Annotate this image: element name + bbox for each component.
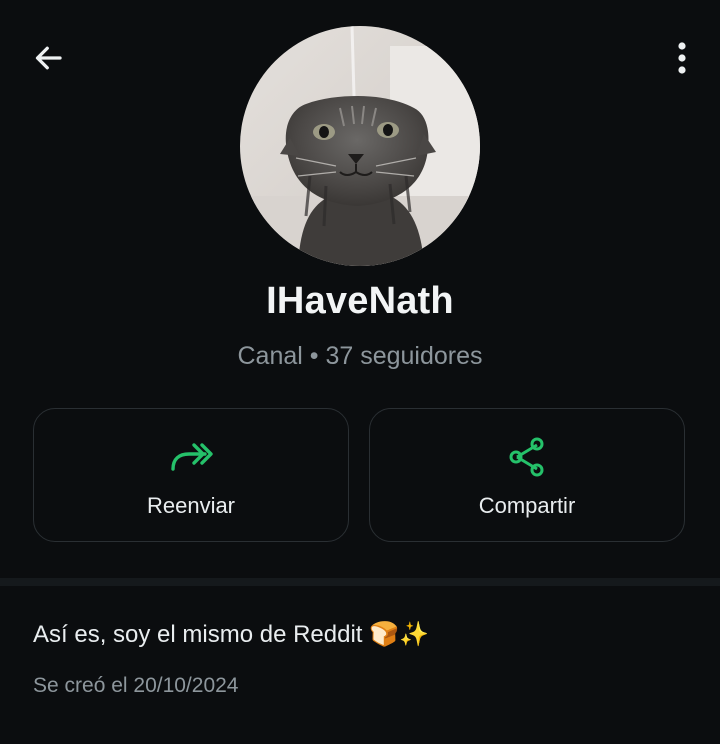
forward-icon: [34, 435, 348, 479]
arrow-left-icon: [30, 40, 66, 81]
share-icon: [370, 435, 684, 479]
channel-followers: Canal • 37 seguidores: [237, 342, 483, 370]
channel-description: Así es, soy el mismo de Reddit 🍞✨: [33, 621, 429, 648]
wet-cat-photo: [240, 26, 480, 266]
more-options-button[interactable]: [670, 38, 694, 82]
share-button[interactable]: Compartir: [369, 408, 685, 542]
section-divider: [0, 578, 720, 586]
forward-button[interactable]: Reenviar: [33, 408, 349, 542]
forward-label: Reenviar: [146, 493, 236, 518]
channel-created-date: Se creó el 20/10/2024: [33, 674, 239, 697]
more-vertical-icon: [676, 40, 688, 81]
channel-avatar[interactable]: [240, 26, 480, 266]
share-label: Compartir: [478, 493, 576, 518]
back-button[interactable]: [26, 40, 70, 80]
channel-name: IHaveNath: [266, 280, 454, 322]
channel-info-screen: IHaveNath Canal • 37 seguidores Reenviar…: [0, 0, 720, 744]
